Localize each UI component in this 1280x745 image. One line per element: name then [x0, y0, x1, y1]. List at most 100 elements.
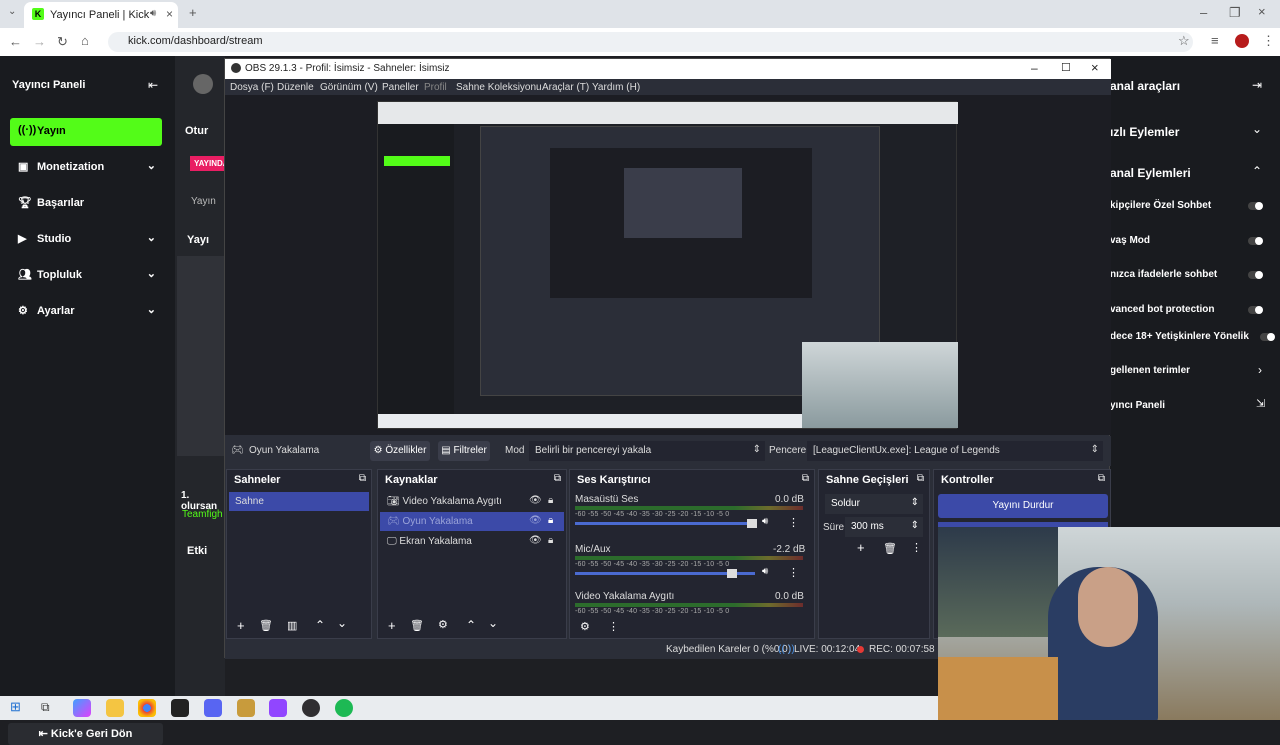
- profile-avatar[interactable]: [1235, 34, 1249, 48]
- quick-actions-header[interactable]: ızlı Eylemler: [1110, 125, 1179, 139]
- url-input[interactable]: kick.com/dashboard/stream: [108, 32, 1193, 52]
- discord-icon[interactable]: [204, 699, 222, 717]
- filters-button[interactable]: ▤ Filtreler: [438, 441, 490, 461]
- obs-close-icon[interactable]: ×: [1091, 60, 1099, 75]
- eye-icon[interactable]: 👁︎: [529, 495, 542, 506]
- volume-slider[interactable]: [575, 522, 755, 525]
- remove-scene-icon[interactable]: 🗑︎: [259, 619, 273, 632]
- bot-protection-toggle[interactable]: [1248, 306, 1263, 314]
- forward-icon[interactable]: →: [33, 34, 46, 49]
- transition-menu-icon[interactable]: ⋮: [911, 541, 922, 554]
- mode-select[interactable]: Belirli bir pencereyi yakala ⇕: [529, 441, 765, 461]
- collapse-panel-icon[interactable]: ⇥: [1252, 78, 1262, 92]
- menu-yardim[interactable]: Yardım (H): [592, 82, 640, 93]
- menu-paneller[interactable]: Paneller: [382, 82, 419, 93]
- move-up-icon[interactable]: ⌃: [466, 618, 476, 632]
- volume-slider-handle[interactable]: [727, 569, 737, 578]
- sidebar-item-topluluk[interactable]: 👥︎ Topluluk ⌄: [10, 262, 162, 290]
- sidebar-item-ayarlar[interactable]: ⚙ Ayarlar ⌄: [10, 298, 162, 326]
- scene-item-sahne[interactable]: Sahne: [229, 492, 369, 511]
- window-select[interactable]: [LeagueClientUx.exe]: League of Legends ⇕: [807, 441, 1103, 461]
- chevron-right-icon[interactable]: ›: [1258, 363, 1262, 377]
- sidebar-item-studio[interactable]: ▶ Studio ⌄: [10, 226, 162, 254]
- obs-taskbar-icon[interactable]: [302, 699, 320, 717]
- followers-only-toggle[interactable]: [1248, 202, 1263, 210]
- add-transition-icon[interactable]: +: [857, 540, 865, 555]
- move-down-icon[interactable]: ⌄: [337, 616, 347, 630]
- start-icon[interactable]: ⊞: [10, 699, 21, 715]
- chrome-icon[interactable]: [138, 699, 156, 717]
- lock-icon[interactable]: 🔒︎: [548, 495, 553, 506]
- advanced-audio-icon[interactable]: ⚙: [580, 620, 590, 633]
- sidebar-item-basarilar[interactable]: 🏆︎ Başarılar: [10, 190, 162, 218]
- move-up-icon[interactable]: ⌃: [315, 618, 325, 632]
- mixer-menu-icon[interactable]: ⋮: [608, 620, 619, 633]
- menu-sahne-koleksiyonu[interactable]: Sahne Koleksiyonu: [456, 82, 542, 93]
- channel-menu-icon[interactable]: ⋮: [788, 566, 799, 579]
- stop-stream-button[interactable]: Yayını Durdur: [938, 494, 1108, 518]
- menu-gorunum[interactable]: Görünüm (V): [320, 82, 378, 93]
- reload-icon[interactable]: ↻: [57, 34, 68, 50]
- chevron-up-icon[interactable]: ⌃: [1252, 164, 1262, 178]
- terminal-icon[interactable]: [171, 699, 189, 717]
- source-item[interactable]: 📷︎ Video Yakalama Aygıtı 👁︎ 🔒︎: [380, 492, 564, 511]
- browser-menu-icon[interactable]: ⋮: [1262, 33, 1275, 49]
- undock-icon[interactable]: ⧉: [802, 473, 809, 484]
- bookmark-star-icon[interactable]: ☆: [1178, 33, 1190, 49]
- sidebar-item-monetization[interactable]: ▣ Monetization ⌄: [10, 154, 162, 182]
- emote-only-toggle[interactable]: [1248, 271, 1263, 279]
- copilot-icon[interactable]: [73, 699, 91, 717]
- home-icon[interactable]: ⌂: [81, 33, 89, 48]
- file-explorer-icon[interactable]: [106, 699, 124, 717]
- undock-icon[interactable]: ⧉: [917, 473, 924, 484]
- blocked-terms-label[interactable]: gellenen terimler: [1110, 365, 1190, 376]
- eye-hidden-icon[interactable]: 👁︎: [529, 515, 542, 526]
- undock-icon[interactable]: ⧉: [359, 473, 366, 484]
- browser-tab[interactable]: K Yayıncı Paneli | Kick 🔊︎ ×: [24, 2, 178, 28]
- spotify-icon[interactable]: [335, 699, 353, 717]
- source-item-selected[interactable]: 🎮︎ Oyun Yakalama 👁︎ 🔒︎: [380, 512, 564, 531]
- undock-icon[interactable]: ⧉: [1098, 473, 1105, 484]
- source-item[interactable]: 🖵︎ Ekran Yakalama 👁︎ 🔒︎: [380, 532, 564, 551]
- minimize-icon[interactable]: –: [1200, 5, 1207, 20]
- duration-spinbox[interactable]: 300 ms ⇕: [845, 517, 923, 537]
- speaker-icon[interactable]: 🔊︎: [762, 566, 768, 577]
- add-source-icon[interactable]: +: [388, 618, 396, 633]
- close-tab-icon[interactable]: ×: [166, 7, 173, 21]
- lock-icon[interactable]: 🔒︎: [548, 535, 553, 546]
- obs-preview[interactable]: [225, 95, 1111, 435]
- extensions-icon[interactable]: ≡: [1211, 33, 1219, 48]
- collapse-sidebar-icon[interactable]: ⇤: [148, 78, 158, 92]
- remove-transition-icon[interactable]: 🗑︎: [883, 542, 897, 555]
- menu-araclar[interactable]: Araçlar (T): [542, 82, 589, 93]
- window-close-icon[interactable]: ×: [1258, 4, 1266, 19]
- back-to-kick-button[interactable]: ⇤ Kick'e Geri Dön: [8, 723, 163, 745]
- channel-actions-header[interactable]: anal Eylemleri: [1110, 166, 1191, 180]
- league-icon[interactable]: [237, 699, 255, 717]
- add-scene-icon[interactable]: +: [237, 618, 245, 633]
- new-tab-icon[interactable]: +: [189, 5, 197, 20]
- back-icon[interactable]: ←: [9, 34, 22, 49]
- properties-button[interactable]: ⚙ Özellikler: [370, 441, 430, 461]
- creator-dashboard-link[interactable]: yıncı Paneli: [1110, 400, 1165, 411]
- menu-dosya[interactable]: Dosya (F): [230, 82, 274, 93]
- adult-only-toggle[interactable]: [1260, 333, 1275, 341]
- move-down-icon[interactable]: ⌄: [488, 616, 498, 630]
- lock-icon[interactable]: 🔒︎: [548, 515, 553, 526]
- chevron-down-icon[interactable]: ⌄: [1252, 122, 1262, 136]
- eye-icon[interactable]: 👁︎: [529, 535, 542, 546]
- tab-menu-icon[interactable]: ⌄: [8, 6, 16, 17]
- twitch-icon[interactable]: [269, 699, 287, 717]
- undock-icon[interactable]: ⧉: [554, 473, 561, 484]
- scene-filters-icon[interactable]: ▥: [287, 619, 297, 632]
- sidebar-item-yayin[interactable]: ((·)) Yayın: [10, 118, 162, 146]
- task-view-icon[interactable]: ⧉: [41, 700, 50, 715]
- source-properties-icon[interactable]: ⚙: [438, 618, 448, 631]
- slow-mode-toggle[interactable]: [1248, 237, 1263, 245]
- obs-minimize-icon[interactable]: –: [1031, 61, 1038, 75]
- speaker-icon[interactable]: 🔊︎: [762, 516, 768, 527]
- transition-select[interactable]: Soldur ⇕: [825, 494, 923, 514]
- channel-menu-icon[interactable]: ⋮: [788, 516, 799, 529]
- maximize-icon[interactable]: ❐: [1229, 5, 1241, 21]
- volume-slider-handle[interactable]: [747, 519, 757, 528]
